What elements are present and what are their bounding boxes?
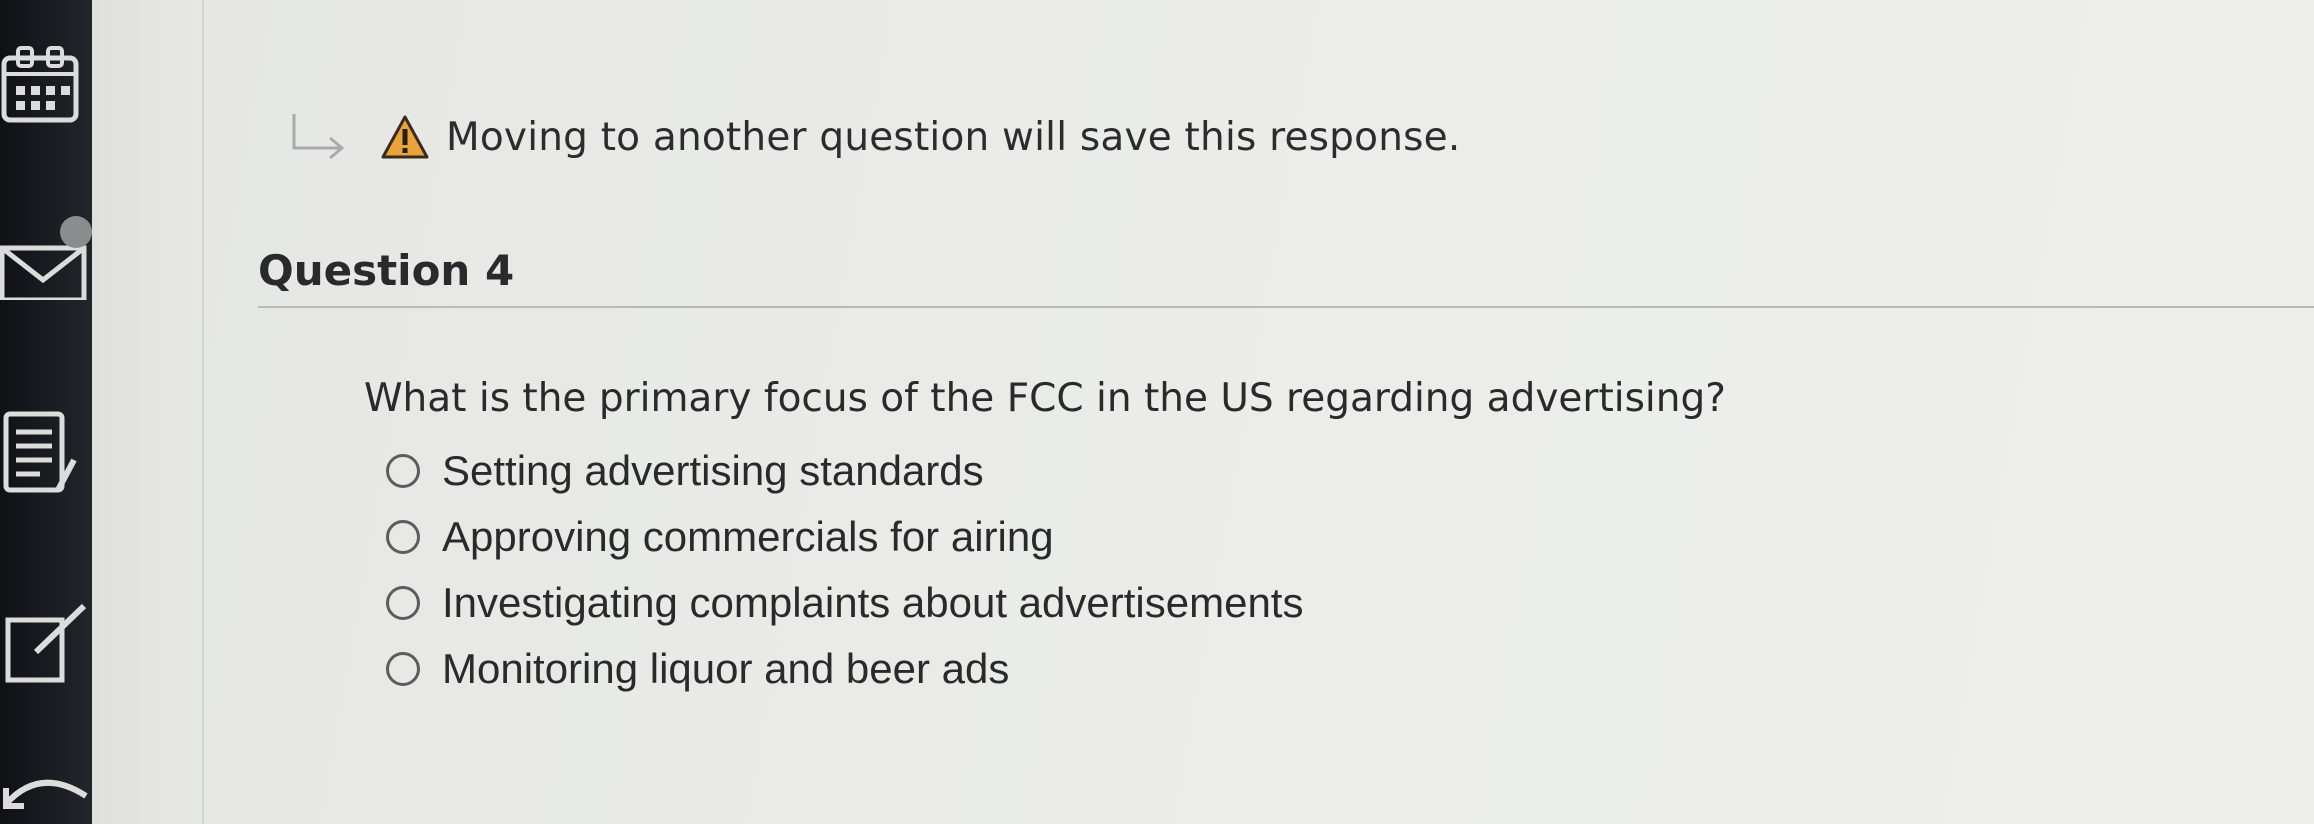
warning-icon — [381, 115, 429, 159]
edit-icon[interactable] — [0, 600, 92, 690]
answer-option-label[interactable]: Approving commercials for airing — [442, 513, 1054, 561]
calendar-icon[interactable] — [0, 44, 92, 134]
sidebar-gutter — [92, 0, 204, 824]
answer-option[interactable]: Investigating complaints about advertise… — [386, 570, 1303, 636]
radio-button[interactable] — [386, 586, 420, 620]
answer-option[interactable]: Approving commercials for airing — [386, 504, 1303, 570]
notes-icon[interactable] — [0, 410, 92, 500]
answer-option-label[interactable]: Setting advertising standards — [442, 447, 984, 495]
radio-button[interactable] — [386, 454, 420, 488]
answer-options: Setting advertising standards Approving … — [386, 438, 1303, 702]
answer-option[interactable]: Monitoring liquor and beer ads — [386, 636, 1303, 702]
answer-option[interactable]: Setting advertising standards — [386, 438, 1303, 504]
question-prompt: What is the primary focus of the FCC in … — [364, 376, 1726, 421]
mail-icon[interactable] — [0, 210, 92, 300]
undo-icon[interactable] — [0, 770, 92, 824]
sidebar-rail — [0, 0, 92, 824]
question-divider — [258, 306, 2314, 308]
answer-option-label[interactable]: Investigating complaints about advertise… — [442, 579, 1303, 627]
return-arrow-icon — [292, 114, 345, 160]
save-notice-text: Moving to another question will save thi… — [446, 114, 1461, 160]
radio-button[interactable] — [386, 520, 420, 554]
save-notice: Moving to another question will save thi… — [290, 112, 1460, 162]
question-title: Question 4 — [258, 246, 515, 295]
radio-button[interactable] — [386, 652, 420, 686]
answer-option-label[interactable]: Monitoring liquor and beer ads — [442, 645, 1009, 693]
